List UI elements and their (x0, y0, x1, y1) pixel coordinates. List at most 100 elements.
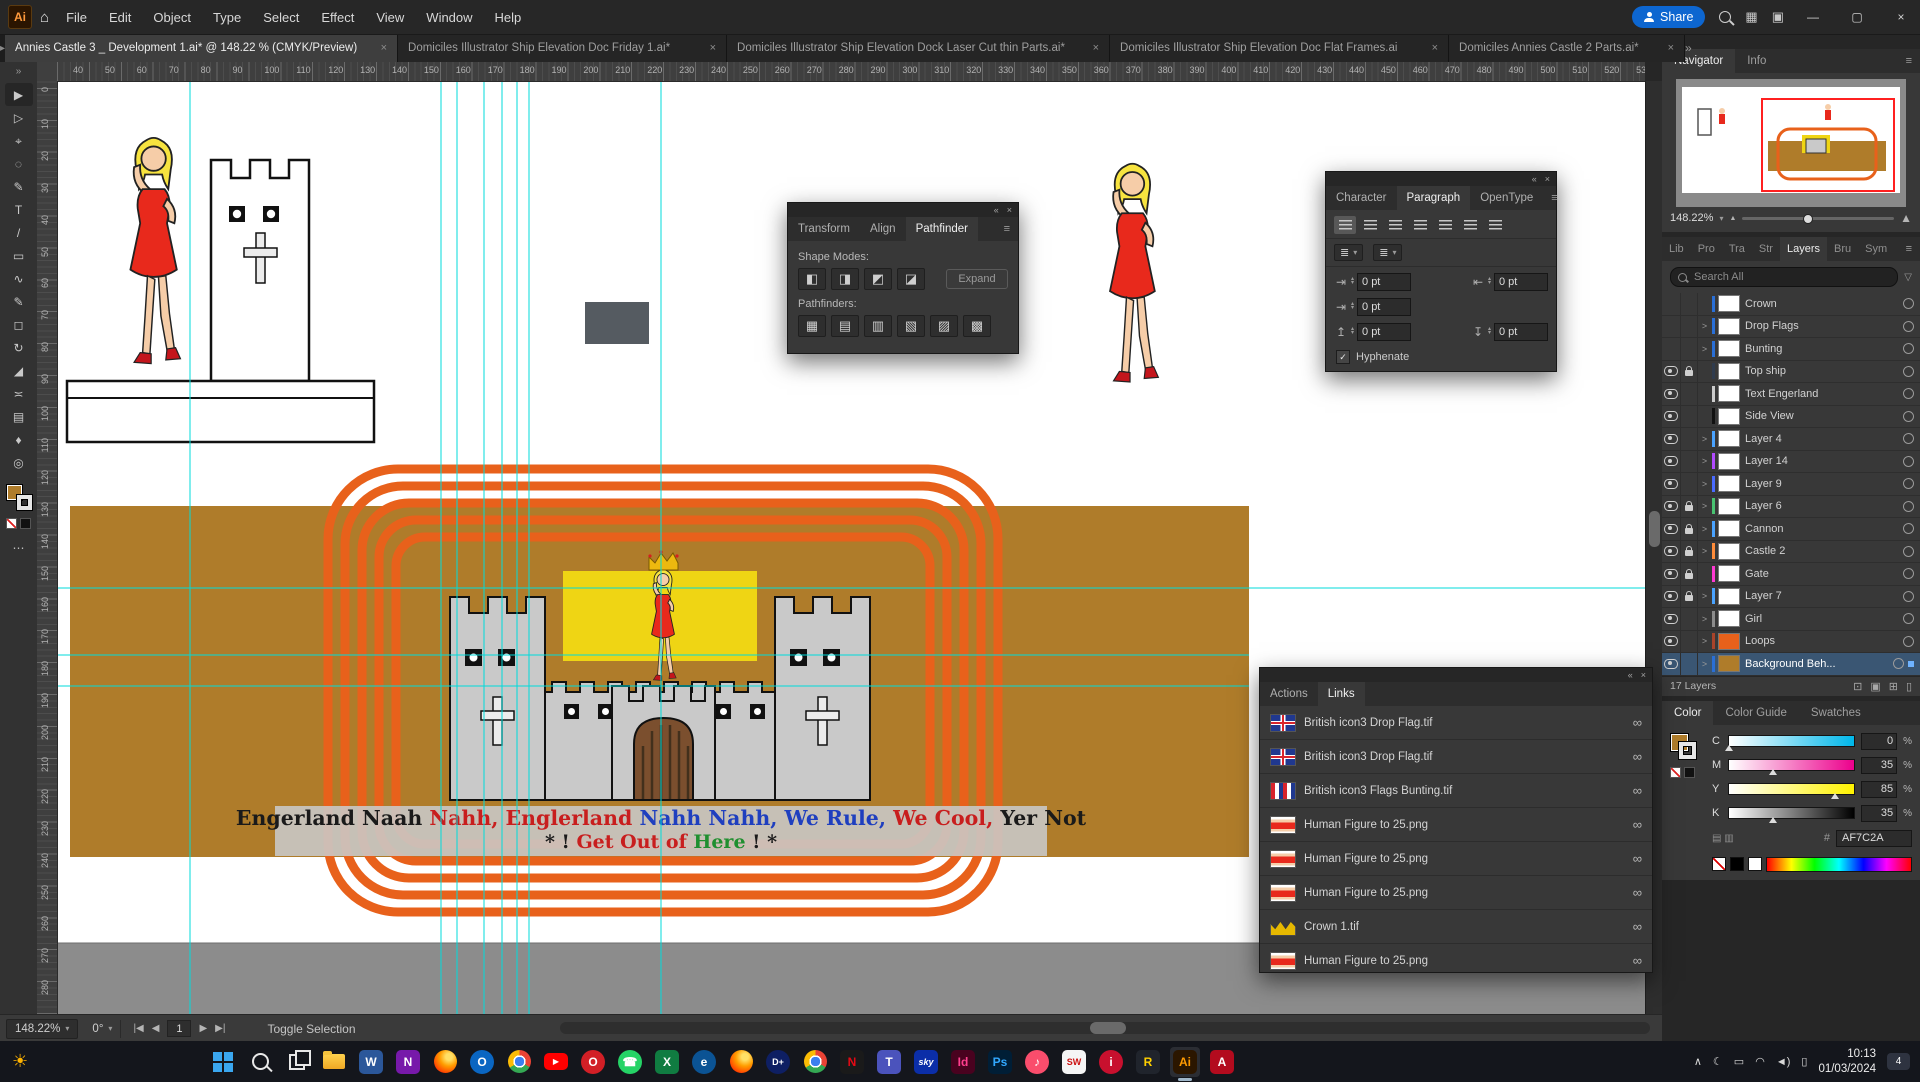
target-circle-icon[interactable] (1903, 501, 1914, 512)
link-icon[interactable]: ∞ (1633, 953, 1642, 968)
lock-toggle[interactable] (1681, 316, 1698, 338)
firefox-2[interactable] (726, 1047, 756, 1077)
target-circle-icon[interactable] (1903, 321, 1914, 332)
layer-row[interactable]: >Layer 6 (1662, 496, 1920, 519)
first-artboard-icon[interactable]: |◀ (133, 1023, 143, 1034)
next-artboard-icon[interactable]: ▶ (199, 1023, 207, 1034)
visibility-toggle[interactable] (1662, 316, 1681, 338)
expand-chevron-icon[interactable]: > (1698, 344, 1711, 354)
visibility-toggle[interactable] (1662, 473, 1681, 495)
illustrator[interactable]: Ai (1170, 1047, 1200, 1077)
platform-sketch[interactable] (67, 381, 374, 442)
visibility-toggle[interactable] (1662, 406, 1681, 428)
slider-track[interactable] (1728, 807, 1855, 819)
visibility-toggle[interactable] (1662, 428, 1681, 450)
chrome[interactable] (504, 1047, 534, 1077)
paintbrush-tool[interactable]: ∿ (5, 267, 33, 290)
eyedropper-tool[interactable]: ♦ (5, 428, 33, 451)
justify-last-left-icon[interactable] (1409, 216, 1431, 234)
search[interactable] (245, 1047, 275, 1077)
link-icon[interactable]: ∞ (1633, 919, 1642, 934)
firefox[interactable] (430, 1047, 460, 1077)
target-circle-icon[interactable] (1903, 636, 1914, 647)
link-item[interactable]: Human Figure to 25.png∞ (1260, 808, 1652, 842)
slider-thumb-icon[interactable] (1831, 793, 1839, 799)
lock-toggle[interactable] (1681, 586, 1698, 608)
justify-last-center-icon[interactable] (1434, 216, 1456, 234)
visibility-toggle[interactable] (1662, 383, 1681, 405)
target-circle-icon[interactable] (1903, 388, 1914, 399)
delete-layer-icon[interactable]: ▯ (1906, 680, 1912, 693)
left-indent-value[interactable]: 0 pt (1357, 273, 1411, 291)
tab-info[interactable]: Info (1735, 49, 1778, 73)
fill-stroke-swatch[interactable] (6, 484, 32, 510)
stepper-icon[interactable]: ▴▾ (1488, 328, 1491, 335)
black-swatch[interactable] (1684, 767, 1695, 778)
link-icon[interactable]: ∞ (1633, 783, 1642, 798)
stroke-color-swatch[interactable] (1679, 742, 1696, 759)
artboard-number-field[interactable]: 1 (167, 1020, 191, 1037)
make-clipping-mask-icon[interactable]: ⊡ (1853, 680, 1862, 693)
filter-icon[interactable]: ▽ (1904, 272, 1912, 283)
unite-icon[interactable]: ◧ (798, 268, 826, 290)
collapse-icon[interactable]: « (1628, 670, 1633, 680)
eraser-tool[interactable]: ◻ (5, 313, 33, 336)
layer-row[interactable]: >Layer 14 (1662, 451, 1920, 474)
stepper-icon[interactable]: ▴▾ (1488, 278, 1491, 285)
dock-tab-tra[interactable]: Tra (1722, 237, 1752, 261)
close-icon[interactable]: × (1641, 670, 1646, 680)
color-spectrum-bar[interactable] (1766, 857, 1912, 872)
acrobat[interactable]: A (1207, 1047, 1237, 1077)
pathfinder-tab-transform[interactable]: Transform (788, 217, 860, 241)
gray-rect[interactable] (585, 302, 649, 344)
horizontal-ruler[interactable]: 4050607080901001101201301401501601701801… (57, 62, 1645, 82)
link-icon[interactable]: ∞ (1633, 885, 1642, 900)
last-artboard-icon[interactable]: ▶| (215, 1023, 225, 1034)
line-tool[interactable]: / (5, 221, 33, 244)
layer-row[interactable]: >Drop Flags (1662, 316, 1920, 339)
indesign[interactable]: Id (948, 1047, 978, 1077)
rotation-select[interactable]: 0° ▾ (84, 1020, 121, 1038)
gradient-tool[interactable]: ▤ (5, 405, 33, 428)
dock-tab-str[interactable]: Str (1752, 237, 1780, 261)
opera[interactable]: O (578, 1047, 608, 1077)
target-circle-icon[interactable] (1903, 568, 1914, 579)
expand-chevron-icon[interactable]: > (1698, 524, 1711, 534)
space-after-value[interactable]: 0 pt (1494, 323, 1548, 341)
link-icon[interactable]: ∞ (1633, 817, 1642, 832)
pathfinder-tab-align[interactable]: Align (860, 217, 906, 241)
intersect-icon[interactable]: ◩ (864, 268, 892, 290)
toolbar-expand-icon[interactable]: » (16, 62, 22, 83)
none-swatch[interactable] (1670, 767, 1681, 778)
document-tab[interactable]: Annies Castle 3 _ Development 1.ai* @ 14… (5, 34, 398, 62)
document-tab[interactable]: Domiciles Illustrator Ship Elevation Doc… (727, 34, 1110, 62)
fill-stroke-swatch[interactable] (1670, 733, 1704, 791)
collapse-icon[interactable]: « (1532, 174, 1537, 184)
dock-tab-sym[interactable]: Sym (1858, 237, 1894, 261)
menu-window[interactable]: Window (415, 0, 483, 34)
selection-tool[interactable]: ▶ (5, 83, 33, 106)
layer-row[interactable]: >Layer 9 (1662, 473, 1920, 496)
youtube[interactable]: ▶ (541, 1047, 571, 1077)
white-swatch[interactable] (1748, 857, 1762, 871)
direct-selection-tool[interactable]: ▷ (5, 106, 33, 129)
paragraph-tab-opentype[interactable]: OpenType (1470, 186, 1543, 210)
zoom-slider-thumb[interactable] (1803, 214, 1813, 224)
link-icon[interactable]: ∞ (1633, 851, 1642, 866)
slider-track[interactable] (1728, 759, 1855, 771)
panel-menu-icon[interactable]: ≡ (1898, 237, 1920, 261)
layer-row[interactable]: >Girl (1662, 608, 1920, 631)
stepper-icon[interactable]: ▴▾ (1351, 303, 1354, 310)
navigator-zoom-value[interactable]: 148.22% (1670, 212, 1713, 224)
slider-value[interactable]: 85 (1861, 781, 1897, 798)
slider-value[interactable]: 0 (1861, 733, 1897, 750)
lasso-tool[interactable]: ◌ (5, 152, 33, 175)
navigator-thumbnail[interactable] (1676, 79, 1906, 207)
expand-chevron-icon[interactable]: > (1698, 434, 1711, 444)
focus-assist-icon[interactable]: ☾ (1713, 1055, 1723, 1068)
vertical-ruler[interactable]: 0102030405060708090100110120130140150160… (37, 81, 58, 1014)
link-item[interactable]: British icon3 Drop Flag.tif∞ (1260, 740, 1652, 774)
disney-plus[interactable]: D+ (763, 1047, 793, 1077)
volume-icon[interactable]: ◄) (1776, 1056, 1791, 1068)
menu-object[interactable]: Object (142, 0, 202, 34)
